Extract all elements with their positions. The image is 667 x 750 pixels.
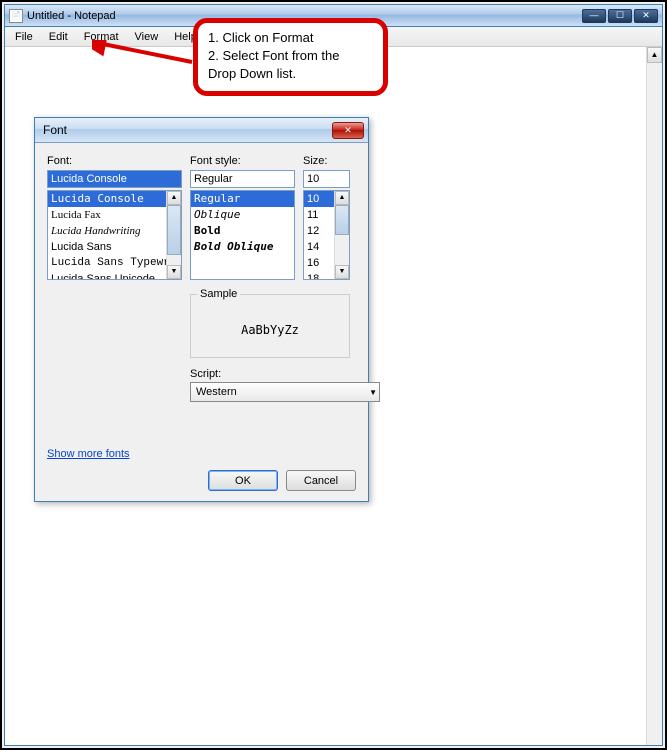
chevron-down-icon: ▼ — [369, 388, 377, 397]
scrollbar-vertical[interactable]: ▲ — [646, 47, 662, 745]
list-item[interactable]: Lucida Fax — [48, 207, 181, 223]
list-item[interactable]: Bold Oblique — [191, 239, 294, 255]
scroll-up-icon[interactable]: ▲ — [167, 191, 181, 205]
menu-edit[interactable]: Edit — [41, 29, 76, 45]
scroll-thumb[interactable] — [335, 205, 349, 235]
list-item[interactable]: Regular — [191, 191, 294, 207]
font-listbox[interactable]: Lucida Console Lucida Fax Lucida Handwri… — [47, 190, 182, 280]
minimize-button[interactable]: — — [582, 9, 606, 23]
scroll-thumb[interactable] — [167, 205, 181, 255]
script-label: Script: — [190, 368, 356, 380]
sample-label: Sample — [197, 288, 240, 300]
instruction-line-3: Drop Down list. — [208, 65, 373, 83]
list-item[interactable]: Lucida Sans — [48, 239, 181, 255]
list-item[interactable]: Oblique — [191, 207, 294, 223]
font-label: Font: — [47, 155, 182, 167]
listbox-scrollbar[interactable]: ▲ ▼ — [334, 191, 349, 279]
font-dialog: Font ✕ Font: Lucida Console Lucida Fax L… — [34, 117, 369, 502]
list-item[interactable]: Lucida Sans Unicode — [48, 271, 181, 280]
instruction-line-2: 2. Select Font from the — [208, 47, 373, 65]
ok-button[interactable]: OK — [208, 470, 278, 491]
list-item[interactable]: Lucida Console — [48, 191, 181, 207]
instruction-line-1: 1. Click on Format — [208, 29, 373, 47]
close-button[interactable]: ✕ — [634, 9, 658, 23]
font-input[interactable] — [47, 170, 182, 188]
instruction-callout: 1. Click on Format 2. Select Font from t… — [193, 18, 388, 96]
window-controls: — ☐ ✕ — [582, 9, 658, 23]
script-value: Western — [196, 386, 237, 398]
maximize-button[interactable]: ☐ — [608, 9, 632, 23]
list-item[interactable]: Lucida Handwriting — [48, 223, 181, 239]
size-label: Size: — [303, 155, 350, 167]
dialog-close-button[interactable]: ✕ — [332, 122, 364, 139]
dialog-titlebar[interactable]: Font ✕ — [35, 118, 368, 143]
notepad-icon: 📄 — [9, 9, 23, 23]
list-item[interactable]: Bold — [191, 223, 294, 239]
arrow-annotation — [92, 40, 197, 68]
sample-text: AaBbYyZz — [197, 309, 343, 351]
sample-group: Sample AaBbYyZz — [190, 294, 350, 358]
listbox-scrollbar[interactable]: ▲ ▼ — [166, 191, 181, 279]
dialog-body: Font: Lucida Console Lucida Fax Lucida H… — [35, 143, 368, 501]
scroll-up-icon[interactable]: ▲ — [335, 191, 349, 205]
cancel-button[interactable]: Cancel — [286, 470, 356, 491]
style-label: Font style: — [190, 155, 295, 167]
scroll-up-icon[interactable]: ▲ — [647, 47, 662, 63]
script-select[interactable]: Western ▼ — [190, 382, 380, 402]
list-item[interactable]: Lucida Sans Typewri — [48, 255, 181, 271]
size-input[interactable] — [303, 170, 350, 188]
size-listbox[interactable]: 10 11 12 14 16 18 20 ▲ ▼ — [303, 190, 350, 280]
style-listbox[interactable]: Regular Oblique Bold Bold Oblique — [190, 190, 295, 280]
scroll-down-icon[interactable]: ▼ — [167, 265, 181, 279]
menu-file[interactable]: File — [7, 29, 41, 45]
style-input[interactable] — [190, 170, 295, 188]
scroll-down-icon[interactable]: ▼ — [335, 265, 349, 279]
show-more-fonts-link[interactable]: Show more fonts — [47, 448, 130, 460]
dialog-title: Font — [43, 123, 332, 137]
